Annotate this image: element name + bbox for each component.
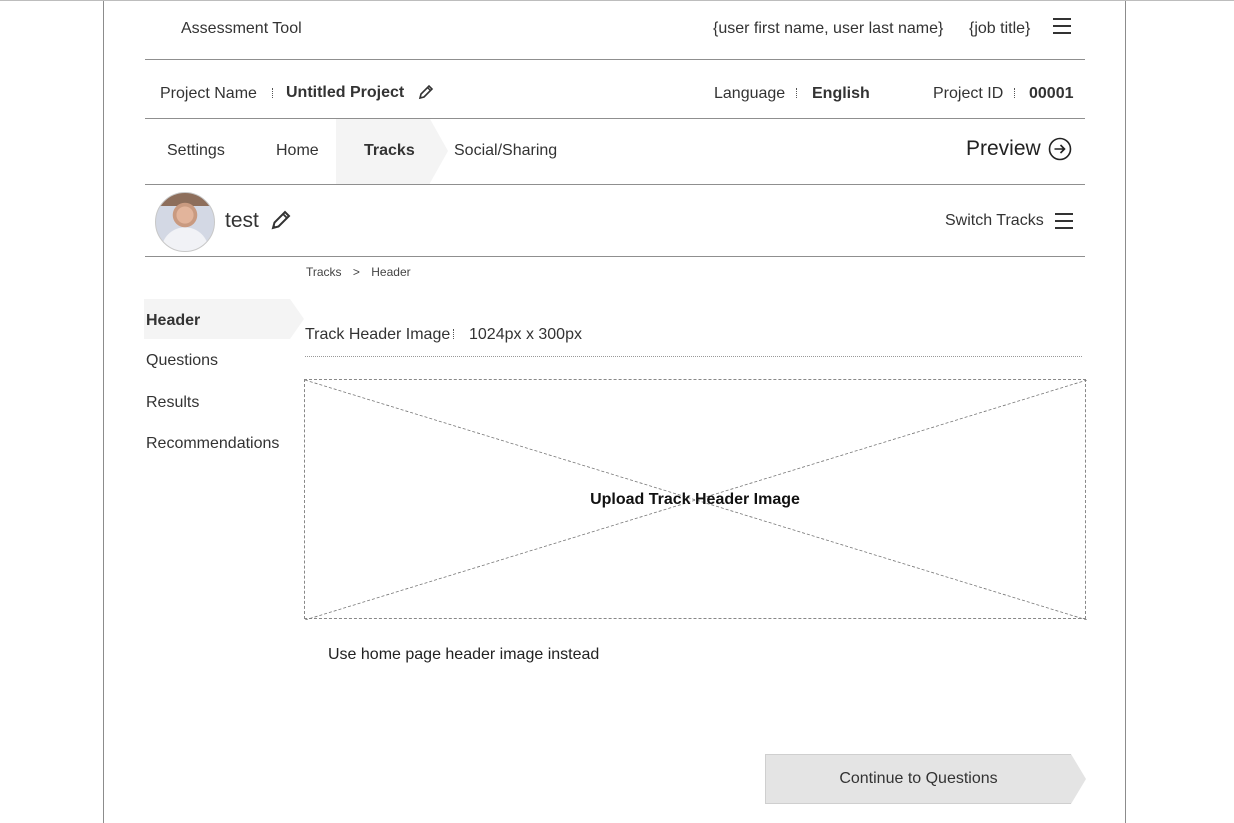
preview-arrow-circle-right-icon[interactable]: [1048, 137, 1072, 161]
switch-tracks-hamburger-icon[interactable]: [1055, 213, 1073, 234]
dotted-divider: [305, 356, 1082, 357]
tab-social-sharing[interactable]: Social/Sharing: [454, 142, 557, 160]
divider: [145, 59, 1085, 60]
tab-settings[interactable]: Settings: [167, 142, 225, 160]
continue-to-questions-button[interactable]: Continue to Questions: [765, 754, 1071, 804]
tab-tracks[interactable]: Tracks: [364, 142, 415, 160]
track-header-image-label: Track Header Image: [305, 326, 451, 343]
main-menu-hamburger-icon[interactable]: [1053, 18, 1071, 39]
divider: [145, 118, 1085, 119]
project-name-label: Project Name: [160, 85, 257, 102]
active-tab-arrow: [430, 119, 448, 183]
breadcrumb-separator: >: [352, 265, 360, 279]
app-title: Assessment Tool: [181, 20, 302, 37]
user-name: {user first name, user last name}: [713, 20, 944, 37]
edit-project-pencil-icon[interactable]: [417, 84, 434, 101]
sidebar-item-header[interactable]: Header: [146, 312, 200, 330]
preview-button[interactable]: Preview: [966, 137, 1041, 161]
breadcrumb: Tracks > Header: [306, 265, 411, 279]
divider: [145, 184, 1085, 185]
project-name-value: Untitled Project: [286, 84, 405, 101]
separator: [1014, 88, 1016, 98]
switch-tracks-label[interactable]: Switch Tracks: [945, 212, 1044, 230]
language-value[interactable]: English: [812, 85, 870, 103]
upload-label: Upload Track Header Image: [590, 491, 800, 508]
separator: [272, 88, 274, 98]
sidebar-active-arrow: [290, 299, 304, 339]
language-label: Language: [714, 85, 786, 102]
track-name: test: [225, 209, 259, 232]
job-title: {job title}: [969, 20, 1031, 37]
breadcrumb-root[interactable]: Tracks: [306, 265, 342, 279]
edit-track-pencil-icon[interactable]: [270, 209, 292, 231]
sidebar-item-results[interactable]: Results: [146, 394, 199, 412]
sidebar-item-recommendations[interactable]: Recommendations: [146, 435, 279, 453]
track-avatar[interactable]: [155, 192, 215, 252]
tab-home[interactable]: Home: [276, 142, 319, 160]
separator: [453, 329, 455, 339]
divider: [145, 256, 1085, 257]
sidebar-item-questions[interactable]: Questions: [146, 352, 218, 370]
breadcrumb-current: Header: [371, 265, 411, 279]
continue-button-arrow: [1071, 754, 1086, 804]
use-home-page-header-image-option[interactable]: Use home page header image instead: [328, 646, 599, 664]
track-header-image-size: 1024px x 300px: [469, 326, 582, 343]
project-id-label: Project ID: [933, 85, 1004, 102]
separator: [796, 88, 798, 98]
upload-track-header-image-dropzone[interactable]: Upload Track Header Image: [304, 379, 1087, 620]
project-id-value: 00001: [1029, 85, 1074, 102]
